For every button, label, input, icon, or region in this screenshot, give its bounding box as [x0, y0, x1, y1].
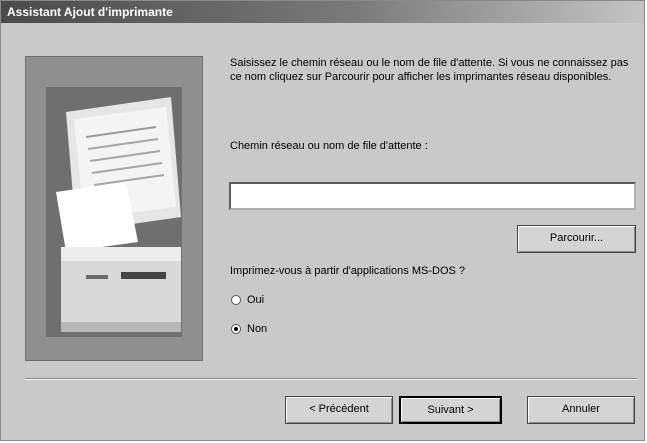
network-path-input[interactable] [229, 182, 636, 210]
window-title: Assistant Ajout d'imprimante [1, 1, 644, 23]
back-button[interactable]: < Précédent [285, 396, 393, 424]
cancel-button[interactable]: Annuler [527, 396, 635, 424]
radio-no[interactable]: Non [231, 323, 267, 335]
intro-text: Saisissez le chemin réseau ou le nom de … [230, 57, 629, 83]
wizard-illustration [25, 56, 203, 361]
footer-separator [25, 378, 637, 380]
next-button[interactable]: Suivant > [399, 396, 502, 424]
radio-yes-label: Oui [247, 294, 265, 306]
add-printer-wizard-window: Assistant Ajout d'imprimante Saisissez l… [0, 0, 645, 441]
radio-no-label: Non [247, 323, 268, 335]
browse-button[interactable]: Parcourir... [517, 225, 636, 253]
radio-yes-indicator[interactable] [231, 295, 241, 305]
path-field-label: Chemin réseau ou nom de file d'attente : [230, 140, 428, 152]
ms-dos-question: Imprimez-vous à partir d'applications MS… [230, 265, 466, 277]
radio-no-indicator[interactable] [231, 324, 241, 334]
printer-illustration-icon [26, 57, 202, 360]
radio-yes[interactable]: Oui [231, 294, 264, 306]
